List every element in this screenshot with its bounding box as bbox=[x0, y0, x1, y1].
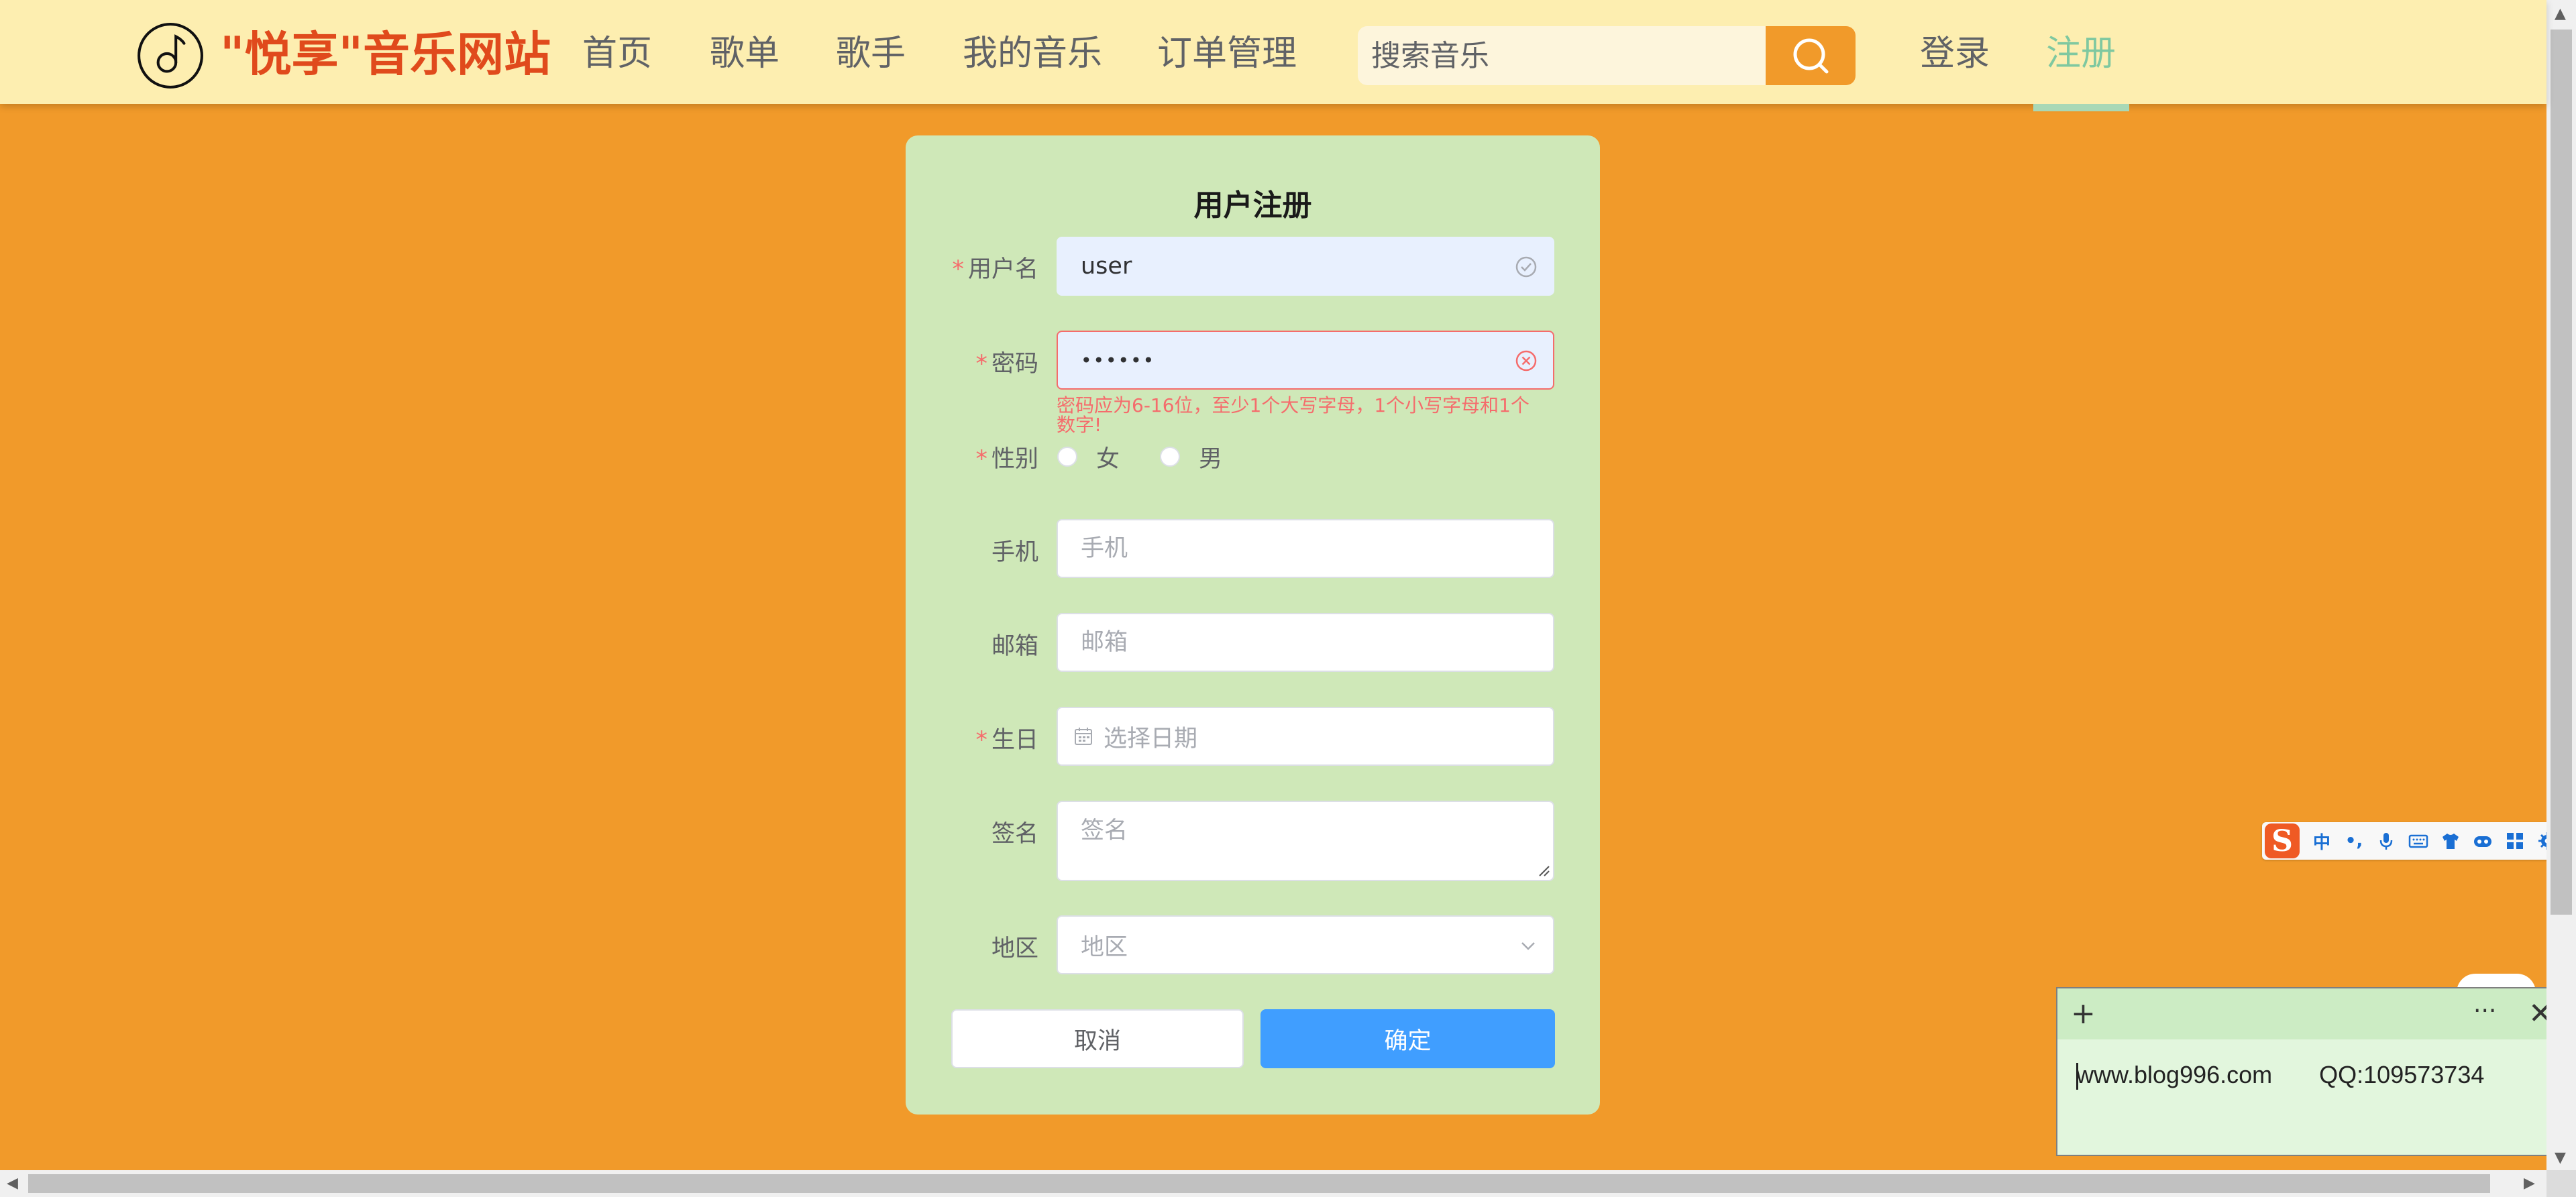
search-input[interactable] bbox=[1358, 26, 1766, 85]
scroll-up-arrow-icon[interactable]: ▲ bbox=[2555, 5, 2566, 22]
cancel-button[interactable]: 取消 bbox=[951, 1009, 1244, 1068]
signature-placeholder: 签名 bbox=[1081, 817, 1128, 844]
password-value: •••••• bbox=[1081, 349, 1156, 372]
note-qq-text: QQ:109573734 bbox=[2319, 1061, 2485, 1088]
username-field[interactable]: user bbox=[1057, 237, 1554, 296]
check-circle-icon bbox=[1515, 256, 1537, 278]
gender-radio-female[interactable]: 女 bbox=[1057, 443, 1120, 473]
phone-input[interactable] bbox=[1058, 520, 1553, 577]
scroll-left-arrow-icon[interactable]: ◀ bbox=[7, 1175, 18, 1192]
shirt-icon[interactable] bbox=[2440, 831, 2461, 851]
required-mark: * bbox=[975, 727, 987, 754]
birthday-date-picker[interactable]: 选择日期 bbox=[1057, 707, 1554, 766]
nav-playlists[interactable]: 歌单 bbox=[710, 27, 780, 80]
nav-order-management[interactable]: 订单管理 bbox=[1157, 27, 1297, 80]
add-icon[interactable]: + bbox=[2071, 996, 2096, 1031]
more-icon[interactable]: ··· bbox=[2473, 994, 2496, 1029]
chinese-mode-icon[interactable]: 中 bbox=[2312, 831, 2332, 853]
required-mark: * bbox=[975, 446, 987, 473]
signature-field: 签名 bbox=[1057, 801, 1554, 881]
username-label: * 用户名 bbox=[952, 256, 1038, 283]
radio-circle[interactable] bbox=[1057, 447, 1077, 467]
password-label: * 密码 bbox=[975, 351, 1038, 378]
search-icon bbox=[1793, 38, 1829, 74]
calendar-icon bbox=[1075, 728, 1092, 745]
nav-home[interactable]: 首页 bbox=[582, 27, 652, 80]
ime-toolbar: S 中 •, bbox=[2262, 822, 2567, 860]
vertical-scrollbar[interactable]: ▲ ▼ bbox=[2546, 0, 2576, 1170]
grid-icon[interactable] bbox=[2505, 831, 2525, 851]
search-button[interactable] bbox=[1766, 26, 1856, 85]
gamepad-icon[interactable] bbox=[2473, 831, 2493, 851]
scrollbar-corner bbox=[2546, 1170, 2576, 1197]
sticky-note: + ··· ✕ www.blog996.com QQ:109573734 bbox=[2056, 987, 2576, 1156]
gender-label: * 性别 bbox=[975, 446, 1038, 473]
form-title: 用户注册 bbox=[1193, 188, 1312, 223]
required-mark: * bbox=[975, 351, 987, 378]
note-website-text: www.blog996.com bbox=[2076, 1061, 2273, 1088]
email-input[interactable] bbox=[1058, 614, 1553, 671]
gender-radio-male[interactable]: 男 bbox=[1160, 443, 1222, 473]
password-field[interactable]: •••••• bbox=[1057, 331, 1554, 390]
required-mark: * bbox=[952, 256, 964, 283]
confirm-button[interactable]: 确定 bbox=[1260, 1009, 1555, 1068]
phone-field bbox=[1057, 519, 1554, 578]
keyboard-icon[interactable] bbox=[2408, 831, 2428, 851]
radio-circle[interactable] bbox=[1160, 447, 1180, 467]
horizontal-scrollbar[interactable]: ◀ ▶ bbox=[0, 1170, 2546, 1197]
username-value: user bbox=[1081, 253, 1132, 280]
nav-singers[interactable]: 歌手 bbox=[836, 27, 906, 80]
region-placeholder: 地区 bbox=[1081, 933, 1128, 961]
gender-option-label: 男 bbox=[1199, 445, 1223, 473]
birthday-placeholder: 选择日期 bbox=[1104, 725, 1198, 752]
password-error-message: 密码应为6-16位，至少1个大写字母，1个小写字母和1个数字! bbox=[1057, 394, 1529, 436]
birthday-label: * 生日 bbox=[975, 727, 1038, 754]
register-link[interactable]: 注册 bbox=[2046, 27, 2116, 80]
email-field bbox=[1057, 613, 1554, 672]
scroll-down-arrow-icon[interactable]: ▼ bbox=[2555, 1149, 2566, 1166]
scroll-right-arrow-icon[interactable]: ▶ bbox=[2524, 1175, 2535, 1192]
mic-icon[interactable] bbox=[2376, 831, 2396, 851]
top-navbar: "悦享"音乐网站 首页 歌单 歌手 我的音乐 订单管理 登录 注册 bbox=[0, 0, 2546, 104]
horizontal-scroll-thumb[interactable] bbox=[28, 1174, 2490, 1193]
gender-option-label: 女 bbox=[1096, 445, 1120, 473]
music-note-logo-icon bbox=[138, 23, 203, 89]
error-circle-icon bbox=[1515, 350, 1537, 372]
punctuation-icon[interactable]: •, bbox=[2344, 831, 2364, 851]
signature-label: 签名 bbox=[991, 821, 1038, 848]
login-link[interactable]: 登录 bbox=[1920, 27, 1990, 80]
search-box bbox=[1358, 26, 1856, 85]
register-active-indicator bbox=[2033, 104, 2129, 111]
sogou-logo-icon[interactable]: S bbox=[2265, 823, 2300, 858]
sticky-note-content[interactable]: www.blog996.com QQ:109573734 bbox=[2076, 1061, 2484, 1090]
sticky-note-titlebar: + ··· ✕ bbox=[2057, 988, 2575, 1039]
site-logo-text[interactable]: "悦享"音乐网站 bbox=[220, 24, 551, 84]
chevron-down-icon bbox=[1521, 942, 1535, 950]
region-label: 地区 bbox=[991, 935, 1038, 962]
nav-my-music[interactable]: 我的音乐 bbox=[963, 27, 1102, 80]
phone-label: 手机 bbox=[991, 539, 1038, 566]
resize-handle-icon[interactable] bbox=[1537, 864, 1550, 877]
email-label: 邮箱 bbox=[991, 633, 1038, 660]
vertical-scroll-thumb[interactable] bbox=[2551, 30, 2572, 915]
region-select[interactable]: 地区 bbox=[1057, 915, 1554, 974]
